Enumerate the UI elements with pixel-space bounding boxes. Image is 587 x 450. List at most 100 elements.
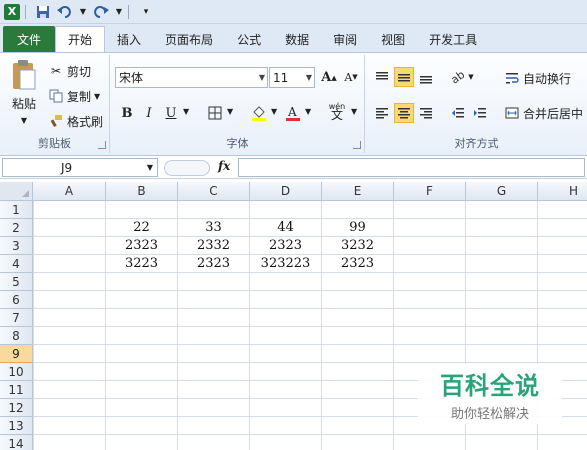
- tab-formulas[interactable]: 公式: [225, 26, 273, 52]
- tab-home[interactable]: 开始: [55, 26, 106, 52]
- align-middle-icon: [398, 74, 410, 82]
- font-name-combo[interactable]: 宋体 ▼: [115, 67, 268, 88]
- separator: [128, 4, 129, 19]
- row-header-9[interactable]: 9: [0, 345, 33, 363]
- font-size-combo[interactable]: 11 ▼: [269, 67, 315, 88]
- format-painter-button[interactable]: 格式刷: [48, 111, 103, 131]
- paste-button[interactable]: 粘贴 ▼: [6, 59, 42, 129]
- align-left-button[interactable]: [372, 103, 392, 123]
- row-header-13[interactable]: 13: [0, 417, 33, 435]
- align-right-button[interactable]: [416, 103, 436, 123]
- tab-data[interactable]: 数据: [273, 26, 321, 52]
- row-header-7[interactable]: 7: [0, 309, 33, 327]
- cell-c4[interactable]: 2323: [178, 255, 250, 273]
- borders-button[interactable]: [205, 103, 225, 123]
- undo-dropdown-icon[interactable]: ▼: [79, 4, 87, 20]
- customize-icon[interactable]: ▾: [138, 4, 154, 20]
- row-header-2[interactable]: 2: [0, 219, 33, 237]
- cell-b4[interactable]: 3223: [106, 255, 178, 273]
- cell-b2[interactable]: 22: [106, 219, 178, 237]
- formula-bar-splitter[interactable]: [164, 160, 210, 176]
- row-header-5[interactable]: 5: [0, 273, 33, 291]
- cell-d4[interactable]: 323223: [250, 255, 322, 273]
- chevron-down-icon[interactable]: ▼: [351, 107, 357, 116]
- align-bottom-icon: [420, 76, 432, 84]
- column-header-e[interactable]: E: [322, 182, 394, 201]
- wrap-text-button[interactable]: 自动换行: [504, 68, 571, 88]
- chevron-down-icon[interactable]: ▼: [227, 107, 233, 116]
- undo-icon[interactable]: [55, 4, 75, 20]
- phonetic-button[interactable]: wén 文: [325, 101, 349, 121]
- name-box[interactable]: J9 ▼: [2, 158, 158, 177]
- row-header-14[interactable]: 14: [0, 435, 33, 450]
- clipboard-dialog-launcher[interactable]: [98, 141, 106, 149]
- cell-e2[interactable]: 99: [322, 219, 394, 237]
- copy-button[interactable]: 复制 ▼: [48, 86, 100, 106]
- row-header-1[interactable]: 1: [0, 201, 33, 219]
- tab-file[interactable]: 文件: [3, 26, 56, 52]
- tab-page-layout[interactable]: 页面布局: [153, 26, 225, 52]
- row-header-8[interactable]: 8: [0, 327, 33, 345]
- cell-c3[interactable]: 2332: [178, 237, 250, 255]
- redo-icon[interactable]: [91, 4, 111, 20]
- save-icon[interactable]: [35, 4, 51, 20]
- redo-dropdown-icon[interactable]: ▼: [115, 4, 123, 20]
- cut-button[interactable]: ✂ 剪切: [48, 61, 91, 81]
- cell-d3[interactable]: 2323: [250, 237, 322, 255]
- italic-button[interactable]: I: [139, 103, 159, 123]
- row-header-11[interactable]: 11: [0, 381, 33, 399]
- column-header-a[interactable]: A: [33, 182, 106, 201]
- cell-e3[interactable]: 3232: [322, 237, 394, 255]
- font-name-value: 宋体: [119, 71, 144, 85]
- cell-c2[interactable]: 33: [178, 219, 250, 237]
- column-header-f[interactable]: F: [394, 182, 466, 201]
- column-header-b[interactable]: B: [106, 182, 178, 201]
- arrow-up-icon: ▲: [331, 72, 337, 82]
- row-header-4[interactable]: 4: [0, 255, 33, 273]
- phonetic-icon: 文: [330, 108, 343, 122]
- chevron-down-icon[interactable]: ▼: [305, 107, 311, 116]
- align-center-button[interactable]: [394, 103, 414, 123]
- tab-review[interactable]: 审阅: [321, 26, 369, 52]
- select-all-button[interactable]: [0, 182, 33, 201]
- tab-view[interactable]: 视图: [369, 26, 417, 52]
- tab-insert[interactable]: 插入: [105, 26, 153, 52]
- cell-b3[interactable]: 2323: [106, 237, 178, 255]
- watermark-subtitle: 助你轻松解决: [450, 407, 529, 422]
- formula-input[interactable]: [238, 158, 585, 177]
- underline-button[interactable]: U: [161, 103, 181, 123]
- increase-indent-icon: [474, 108, 486, 118]
- chevron-down-icon: ▼: [468, 73, 474, 81]
- insert-function-icon[interactable]: fx: [218, 159, 230, 173]
- font-color-button[interactable]: A: [283, 103, 303, 123]
- column-header-h[interactable]: H: [538, 182, 587, 201]
- align-top-button[interactable]: [372, 67, 392, 87]
- row-header-12[interactable]: 12: [0, 399, 33, 417]
- decrease-indent-button[interactable]: [448, 103, 468, 123]
- wrap-text-icon: [504, 70, 520, 86]
- tab-developer[interactable]: 开发工具: [417, 26, 489, 52]
- decrease-indent-icon: [452, 108, 464, 118]
- merge-center-button[interactable]: 合并后居中: [504, 103, 583, 123]
- shrink-font-button[interactable]: A ▼: [341, 67, 361, 87]
- column-header-g[interactable]: G: [466, 182, 538, 201]
- row-header-6[interactable]: 6: [0, 291, 33, 309]
- bold-button[interactable]: B: [117, 103, 137, 123]
- grow-font-button[interactable]: A ▲: [319, 67, 339, 87]
- chevron-down-icon[interactable]: ▼: [183, 107, 189, 116]
- fill-color-button[interactable]: [249, 103, 269, 123]
- column-header-c[interactable]: C: [178, 182, 250, 201]
- orientation-button[interactable]: ab ▼: [448, 67, 476, 87]
- align-bottom-button[interactable]: [416, 67, 436, 87]
- align-middle-button[interactable]: [394, 67, 414, 87]
- column-header-d[interactable]: D: [250, 182, 322, 201]
- font-dialog-launcher[interactable]: [353, 141, 361, 149]
- row-header-10[interactable]: 10: [0, 363, 33, 381]
- increase-indent-button[interactable]: [470, 103, 490, 123]
- chevron-down-icon[interactable]: ▼: [271, 107, 277, 116]
- cell-d2[interactable]: 44: [250, 219, 322, 237]
- cell-e4[interactable]: 2323: [322, 255, 394, 273]
- row-header-3[interactable]: 3: [0, 237, 33, 255]
- arrow-down-icon: ▼: [352, 73, 358, 81]
- ribbon: 粘贴 ▼ ✂ 剪切 复制 ▼ 格式刷 剪贴板 宋体 ▼ 11 ▼ A ▲ A ▼…: [0, 52, 587, 156]
